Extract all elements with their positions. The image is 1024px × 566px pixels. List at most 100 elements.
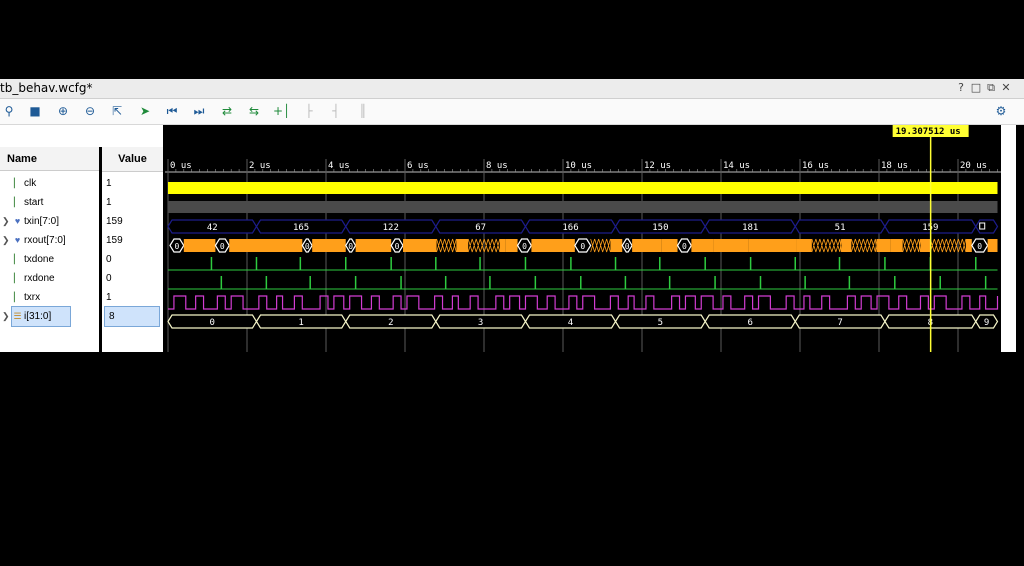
signal-value: 159 — [106, 216, 123, 227]
txin-value-label: 150 — [652, 223, 668, 233]
rxout-data-segment — [796, 239, 812, 252]
name-column-header[interactable]: Name — [0, 147, 99, 171]
bit-icon: ▏ — [14, 273, 21, 283]
time-tick-label: 8 us — [486, 161, 508, 171]
signal-value: 0 — [106, 273, 112, 284]
rxout-data-segment — [890, 239, 903, 252]
rxout-zero-label: 0 — [395, 242, 400, 251]
rxout-transition-hatch — [436, 238, 457, 253]
rxout-data-segment — [713, 239, 749, 252]
previous-marker-icon[interactable]: ├ — [301, 103, 317, 119]
rxout-transition-hatch — [590, 238, 611, 253]
go-to-cursor-icon[interactable]: ➤ — [137, 103, 153, 119]
rxout-data-segment — [760, 239, 797, 252]
signal-value: 8 — [104, 306, 160, 327]
bit-icon: ▏ — [14, 178, 21, 188]
txin-value-label: 122 — [383, 223, 399, 233]
float-icon[interactable]: ⧉ — [985, 81, 997, 95]
expand-chevron-icon[interactable]: ❯ — [2, 307, 10, 326]
signal-name: rxdone — [24, 273, 55, 284]
rxout-data-segment — [312, 239, 346, 252]
bus-icon: ♥ — [14, 235, 21, 245]
signal-row-2[interactable]: ❯ ♥ txin[7:0] — [0, 212, 99, 231]
i-value-label: 5 — [658, 318, 663, 328]
zoom-in-icon[interactable]: ⊕ — [55, 103, 71, 119]
waveform-canvas[interactable]: 0 us 2 us 4 us 6 us 8 us 10 us 12 us 14 us 16 us… — [165, 125, 1001, 352]
i-value-label: 6 — [748, 318, 753, 328]
rxout-data-segment — [456, 239, 469, 252]
save-icon[interactable]: ■ — [27, 103, 43, 119]
go-to-start-icon[interactable]: ⏮ — [164, 103, 180, 119]
rxout-zero-label: 0 — [682, 242, 687, 251]
rxout-data-segment — [987, 239, 998, 252]
expand-chevron-icon[interactable]: ❯ — [2, 231, 10, 250]
signal-name: clk — [24, 178, 37, 189]
signal-value: 0 — [106, 254, 112, 265]
signal-row-5[interactable]: ▏ rxdone — [0, 269, 99, 288]
i-value-label: 3 — [478, 318, 483, 328]
time-tick-label: 14 us — [723, 161, 750, 171]
time-tick-label: 16 us — [802, 161, 829, 171]
expand-chevron-icon[interactable]: ❯ — [2, 212, 10, 231]
txin-value-label: 67 — [475, 223, 486, 233]
signal-value: 1 — [106, 292, 112, 303]
rxout-transition-hatch — [929, 238, 967, 253]
txin-value-label: 166 — [562, 223, 578, 233]
window-titlebar: tb_behav.wcfg* ? □ ⧉ ✕ — [0, 79, 1024, 99]
rxout-data-segment — [965, 239, 972, 252]
i-value-label: 9 — [984, 318, 989, 328]
zoom-fit-icon[interactable]: ⇱ — [109, 103, 125, 119]
rxout-data-segment — [748, 239, 761, 252]
signal-row-6[interactable]: ▏ txrx — [0, 288, 99, 307]
i-value-label: 1 — [298, 318, 303, 328]
txin-value-label: 42 — [207, 223, 218, 233]
rxout-transition-hatch — [902, 238, 921, 253]
rxout-data-segment — [563, 239, 575, 252]
search-icon[interactable]: ⚲ — [1, 103, 17, 119]
rxout-zero-label: 0 — [305, 242, 310, 251]
bit-icon: ▏ — [14, 254, 21, 264]
rxout-data-segment — [183, 239, 216, 252]
time-tick-label: 10 us — [565, 161, 592, 171]
vertical-scrollbar[interactable] — [1001, 125, 1016, 352]
waveform-svg[interactable]: 0 us 2 us 4 us 6 us 8 us 10 us 12 us 14 us 16 us… — [165, 125, 1001, 352]
signal-row-7[interactable]: ❯ ☰ i[31:0] — [2, 306, 71, 327]
txin-value-label: 51 — [835, 223, 846, 233]
signal-row-0[interactable]: ▏ clk — [0, 174, 99, 193]
start-wave — [168, 201, 998, 213]
rxout-zero-label: 0 — [348, 242, 353, 251]
rxout-data-segment — [920, 239, 931, 252]
value-column-header[interactable]: Value — [102, 147, 163, 172]
rxout-transition-hatch — [811, 238, 842, 253]
next-transition-icon[interactable]: ⇆ — [246, 103, 262, 119]
txin-bus-segment — [975, 219, 999, 234]
rxout-transition-hatch — [850, 238, 878, 253]
rxout-data-segment — [841, 239, 852, 252]
rxout-zero-label: 0 — [625, 242, 630, 251]
i-value-label: 0 — [210, 318, 215, 328]
go-to-end-icon[interactable]: ⏭ — [191, 103, 207, 119]
close-icon[interactable]: ✕ — [1000, 81, 1012, 94]
time-tick-label: 2 us — [249, 161, 271, 171]
signal-row-3[interactable]: ❯ ♥ rxout[7:0] — [0, 231, 99, 250]
previous-transition-icon[interactable]: ⇄ — [219, 103, 235, 119]
swap-cursors-icon[interactable]: ║ — [355, 103, 371, 119]
waveform-toolbar: ⚲ ■ ⊕ ⊖ ⇱ ➤ ⏮ ⏭ ⇄ ⇆ +│ ├ ┤ ║ ⚙ — [0, 99, 1024, 125]
signal-value: 1 — [106, 178, 112, 189]
rxout-data-segment — [403, 239, 437, 252]
window-title: tb_behav.wcfg* — [0, 81, 93, 95]
add-marker-icon[interactable]: +│ — [273, 103, 290, 119]
help-icon[interactable]: ? — [955, 81, 967, 94]
signal-value: 159 — [106, 235, 123, 246]
rxout-data-segment — [499, 239, 506, 252]
next-marker-icon[interactable]: ┤ — [328, 103, 344, 119]
settings-icon[interactable]: ⚙ — [993, 103, 1009, 119]
signal-row-1[interactable]: ▏ start — [0, 193, 99, 212]
zoom-out-icon[interactable]: ⊖ — [82, 103, 98, 119]
signal-row-4[interactable]: ▏ txdone — [0, 250, 99, 269]
signal-value: 1 — [106, 197, 112, 208]
signal-name: txin[7:0] — [24, 216, 60, 227]
restore-icon[interactable]: □ — [970, 81, 982, 94]
bit-icon: ▏ — [14, 197, 21, 207]
rxout-data-segment — [531, 239, 563, 252]
